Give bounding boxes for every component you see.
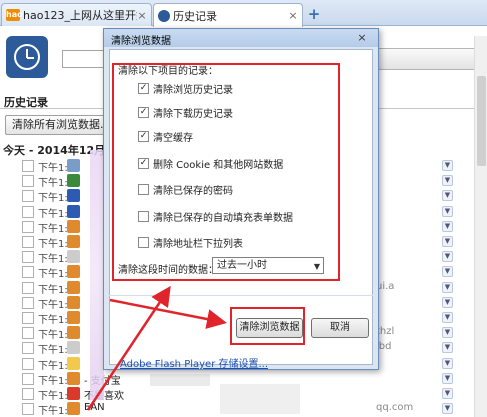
search-button[interactable] [375,48,487,70]
page-url: qq.com [376,402,414,414]
row-checkbox[interactable] [22,281,34,294]
site-favicon-icon [67,387,80,400]
row-checkbox[interactable] [22,160,34,172]
site-favicon-icon [67,280,80,294]
row-menu-icon[interactable]: ▼ [442,342,453,354]
row-menu-icon[interactable]: ▼ [442,266,453,278]
search-input[interactable] [62,50,108,68]
row-menu-icon[interactable]: ▼ [442,281,453,293]
hao123-icon: hao [6,9,23,21]
history-clock-icon [6,36,48,78]
tab-history[interactable]: 历史记录 × [153,3,303,27]
row-checkbox[interactable] [22,266,34,279]
highlight-options-box [112,63,340,281]
vertical-scrollbar[interactable] [474,36,487,417]
row-menu-icon[interactable]: ▼ [442,327,453,339]
tab-label: hao123_上网从这里开始 [23,9,137,22]
site-favicon-icon [67,204,80,218]
scrollbar-thumb[interactable] [477,76,486,166]
row-checkbox[interactable] [22,312,34,324]
row-menu-icon[interactable]: ▼ [442,220,453,232]
tab-close-icon[interactable]: × [288,9,298,22]
row-menu-icon[interactable]: ▼ [442,296,453,308]
site-favicon-icon [67,250,80,264]
row-checkbox[interactable] [22,388,34,400]
cancel-button[interactable]: 取消 [311,318,369,338]
tab-hao123[interactable]: hao hao123_上网从这里开始 × [1,3,152,26]
row-checkbox[interactable] [22,205,34,218]
row-menu-icon[interactable]: ▼ [442,205,453,217]
row-checkbox[interactable] [22,190,34,203]
row-menu-icon[interactable]: ▼ [442,357,453,369]
row-menu-icon[interactable]: ▼ [442,388,453,399]
new-tab-icon[interactable]: + [305,5,323,23]
row-checkbox[interactable] [22,403,34,416]
flash-settings-link[interactable]: Adobe Flash Player 存储设置... [120,355,268,370]
row-checkbox[interactable] [22,357,34,370]
site-favicon-icon [67,159,80,172]
row-checkbox[interactable] [22,372,34,385]
site-favicon-icon [67,265,80,279]
close-icon[interactable]: × [355,32,369,44]
row-menu-icon[interactable]: ▼ [442,236,453,247]
redaction-blur [220,384,300,414]
row-menu-icon[interactable]: ▼ [442,372,453,384]
clock-icon [158,9,170,22]
site-favicon-icon [67,311,80,324]
dialog-titlebar: 清除浏览数据 × [104,29,378,47]
site-favicon-icon [67,189,80,203]
dialog-title: 清除浏览数据 [111,36,171,47]
page-link[interactable]: EAN [84,402,105,413]
row-checkbox[interactable] [22,342,34,355]
redaction-blur [150,374,210,386]
row-menu-icon[interactable]: ▼ [442,403,453,415]
redaction-blur [90,150,104,400]
row-checkbox[interactable] [22,296,34,309]
row-checkbox[interactable] [22,251,34,264]
row-menu-icon[interactable]: ▼ [442,190,453,202]
tab-strip: hao hao123_上网从这里开始 × 历史记录 × + [0,0,487,27]
row-checkbox[interactable] [22,236,34,248]
site-favicon-icon [67,326,80,340]
site-favicon-icon [67,219,80,233]
row-checkbox[interactable] [22,220,34,233]
site-favicon-icon [67,341,80,355]
tab-close-icon[interactable]: × [137,9,147,22]
row-menu-icon[interactable]: ▼ [442,175,453,187]
site-favicon-icon [67,235,80,248]
highlight-clear-button-box [230,307,305,345]
row-checkbox[interactable] [22,327,34,340]
site-favicon-icon [67,402,80,416]
site-favicon-icon [67,371,80,385]
divider [109,295,373,296]
site-favicon-icon [67,295,80,309]
clear-all-data-button[interactable]: 清除所有浏览数据... [5,115,106,135]
row-menu-icon[interactable]: ▼ [442,312,453,323]
tab-label: 历史记录 [173,9,217,23]
row-checkbox[interactable] [22,175,34,188]
row-menu-icon[interactable]: ▼ [442,160,453,171]
site-favicon-icon [67,356,80,370]
row-menu-icon[interactable]: ▼ [442,251,453,263]
site-favicon-icon [67,174,80,188]
